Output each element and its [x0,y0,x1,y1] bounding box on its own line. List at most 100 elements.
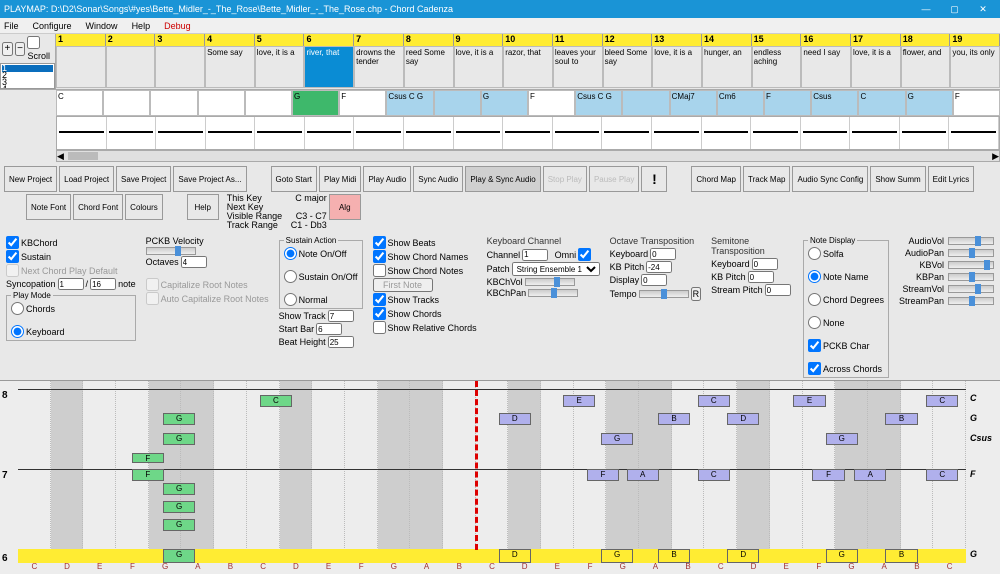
kbchpan-slider[interactable]: KBChPan [487,288,600,298]
edit-lyrics-button[interactable]: Edit Lyrics [928,166,975,192]
chord-cell[interactable]: C [858,90,905,116]
sa-normal-radio[interactable]: Normal [284,293,358,306]
bar-number[interactable]: 17 [851,34,901,46]
start-bar-field[interactable]: Start Bar [279,323,363,335]
list-item[interactable]: 4 [2,86,53,89]
bar-number[interactable]: 6 [304,34,354,46]
track-list[interactable]: 1 2 3 4 5 6 7 8 9 10 11 12 [0,63,55,89]
menu-file[interactable]: File [4,21,19,31]
save-project-as-button[interactable]: Save Project As... [173,166,246,192]
kb-column[interactable] [378,381,411,562]
chord-cell[interactable] [245,90,292,116]
kb-column[interactable] [508,381,541,562]
bar-number[interactable]: 11 [553,34,603,46]
horizontal-scrollbar[interactable]: ◀ ▶ [56,150,1000,162]
lyric-cell[interactable]: endless aching [752,46,802,88]
chord-map-button[interactable]: Chord Map [691,166,741,192]
minimize-button[interactable]: — [913,4,939,14]
play-audio-button[interactable]: Play Audio [363,166,411,192]
sa-noteonoff-radio[interactable]: Note On/Off [284,247,358,260]
list-item[interactable]: 1 [2,65,53,72]
maximize-button[interactable]: ▢ [941,4,967,15]
kb-column[interactable] [345,381,378,562]
chord-cell[interactable] [103,90,150,116]
kb-column[interactable] [410,381,443,562]
kb-column[interactable] [214,381,247,562]
play-midi-button[interactable]: Play Midi [319,166,361,192]
ot-keyboard-field[interactable]: Keyboard [610,248,702,260]
chord-cell[interactable] [198,90,245,116]
bar-number[interactable]: 7 [354,34,404,46]
lyric-cell[interactable]: Some say [205,46,255,88]
kb-column[interactable] [51,381,84,562]
bar-number[interactable]: 2 [106,34,156,46]
menu-debug[interactable]: Debug [164,21,191,31]
bar-number[interactable]: 5 [255,34,305,46]
audiopan-slider[interactable] [948,249,994,257]
bar-number[interactable]: 1 [56,34,106,46]
bar-number[interactable]: 4 [205,34,255,46]
chord-cell[interactable]: Csus C G [386,90,433,116]
kbchord-checkbox[interactable]: KBChord [6,236,136,249]
pause-play-button[interactable]: Pause Play [589,166,639,192]
lyric-cell[interactable] [155,46,205,88]
show-track-field[interactable]: Show Track [279,310,363,322]
lyric-cell[interactable]: need I say [801,46,851,88]
goto-start-button[interactable]: Goto Start [271,166,317,192]
menu-configure[interactable]: Configure [33,21,72,31]
show-chord-notes-checkbox[interactable]: Show Chord Notes [373,264,477,277]
ot-display-field[interactable]: Display [610,274,702,286]
chord-cell[interactable] [434,90,481,116]
track-map-button[interactable]: Track Map [743,166,791,192]
bar-number[interactable]: 18 [901,34,951,46]
bar-number[interactable]: 19 [950,34,1000,46]
kb-column[interactable] [18,381,51,562]
beat-height-field[interactable]: Beat Height [279,336,363,348]
pckb-velocity-slider[interactable] [146,247,196,255]
audio-sync-config-button[interactable]: Audio Sync Config [792,166,868,192]
chord-cell[interactable] [622,90,669,116]
nd-across-checkbox[interactable]: Across Chords [808,362,884,375]
kbchvol-slider[interactable]: KBChVol [487,277,600,287]
scroll-left-icon[interactable]: ◀ [57,151,64,162]
bar-number[interactable]: 8 [404,34,454,46]
channel-field[interactable]: Channel Omni [487,248,600,261]
kb-column[interactable] [83,381,116,562]
kb-column[interactable] [181,381,214,562]
help-button[interactable]: Help [187,194,219,220]
first-note-button[interactable]: First Note [373,278,433,292]
nd-none-radio[interactable]: None [808,316,884,329]
chord-cell[interactable]: Csus [811,90,858,116]
octaves-field[interactable]: Octaves [146,256,269,268]
bar-number[interactable]: 9 [454,34,504,46]
bar-number[interactable]: 13 [652,34,702,46]
close-button[interactable]: ✕ [970,4,996,15]
kb-column[interactable] [770,381,803,562]
lyric-cell[interactable]: hunger, an [702,46,752,88]
bar-number[interactable]: 15 [752,34,802,46]
chord-cell[interactable]: F [764,90,811,116]
kb-column[interactable] [541,381,574,562]
chord-cell[interactable]: Csus C G [575,90,622,116]
list-item[interactable]: 3 [2,79,53,86]
alg-button[interactable]: Alg [329,194,361,220]
show-summ-button[interactable]: Show Summ [870,166,925,192]
nd-solfa-radio[interactable]: Solfa [808,247,884,260]
scroll-checkbox[interactable]: Scroll [27,36,53,61]
nd-pckb-checkbox[interactable]: PCKB Char [808,339,884,352]
remove-button[interactable]: − [15,42,26,56]
lyric-cell[interactable]: bleed Some say [603,46,653,88]
show-chord-names-checkbox[interactable]: Show Chord Names [373,250,477,263]
keyboard-view[interactable]: 8 7 6 C G G F F G G G G E C E C D B D B … [0,380,1000,574]
lyric-cell[interactable]: love, it is a [851,46,901,88]
audiovol-slider[interactable] [948,237,994,245]
streamvol-slider[interactable] [948,285,994,293]
sustain-checkbox[interactable]: Sustain [6,250,136,263]
lyric-cell[interactable]: love, it is a [255,46,305,88]
lyric-cell[interactable]: razor, that [503,46,553,88]
playmode-keyboard-radio[interactable]: Keyboard [11,325,131,338]
lyric-cell[interactable] [56,46,106,88]
lyric-cell[interactable]: leaves your soul to [553,46,603,88]
kb-column[interactable] [280,381,313,562]
lyric-cell[interactable]: flower, and [901,46,951,88]
